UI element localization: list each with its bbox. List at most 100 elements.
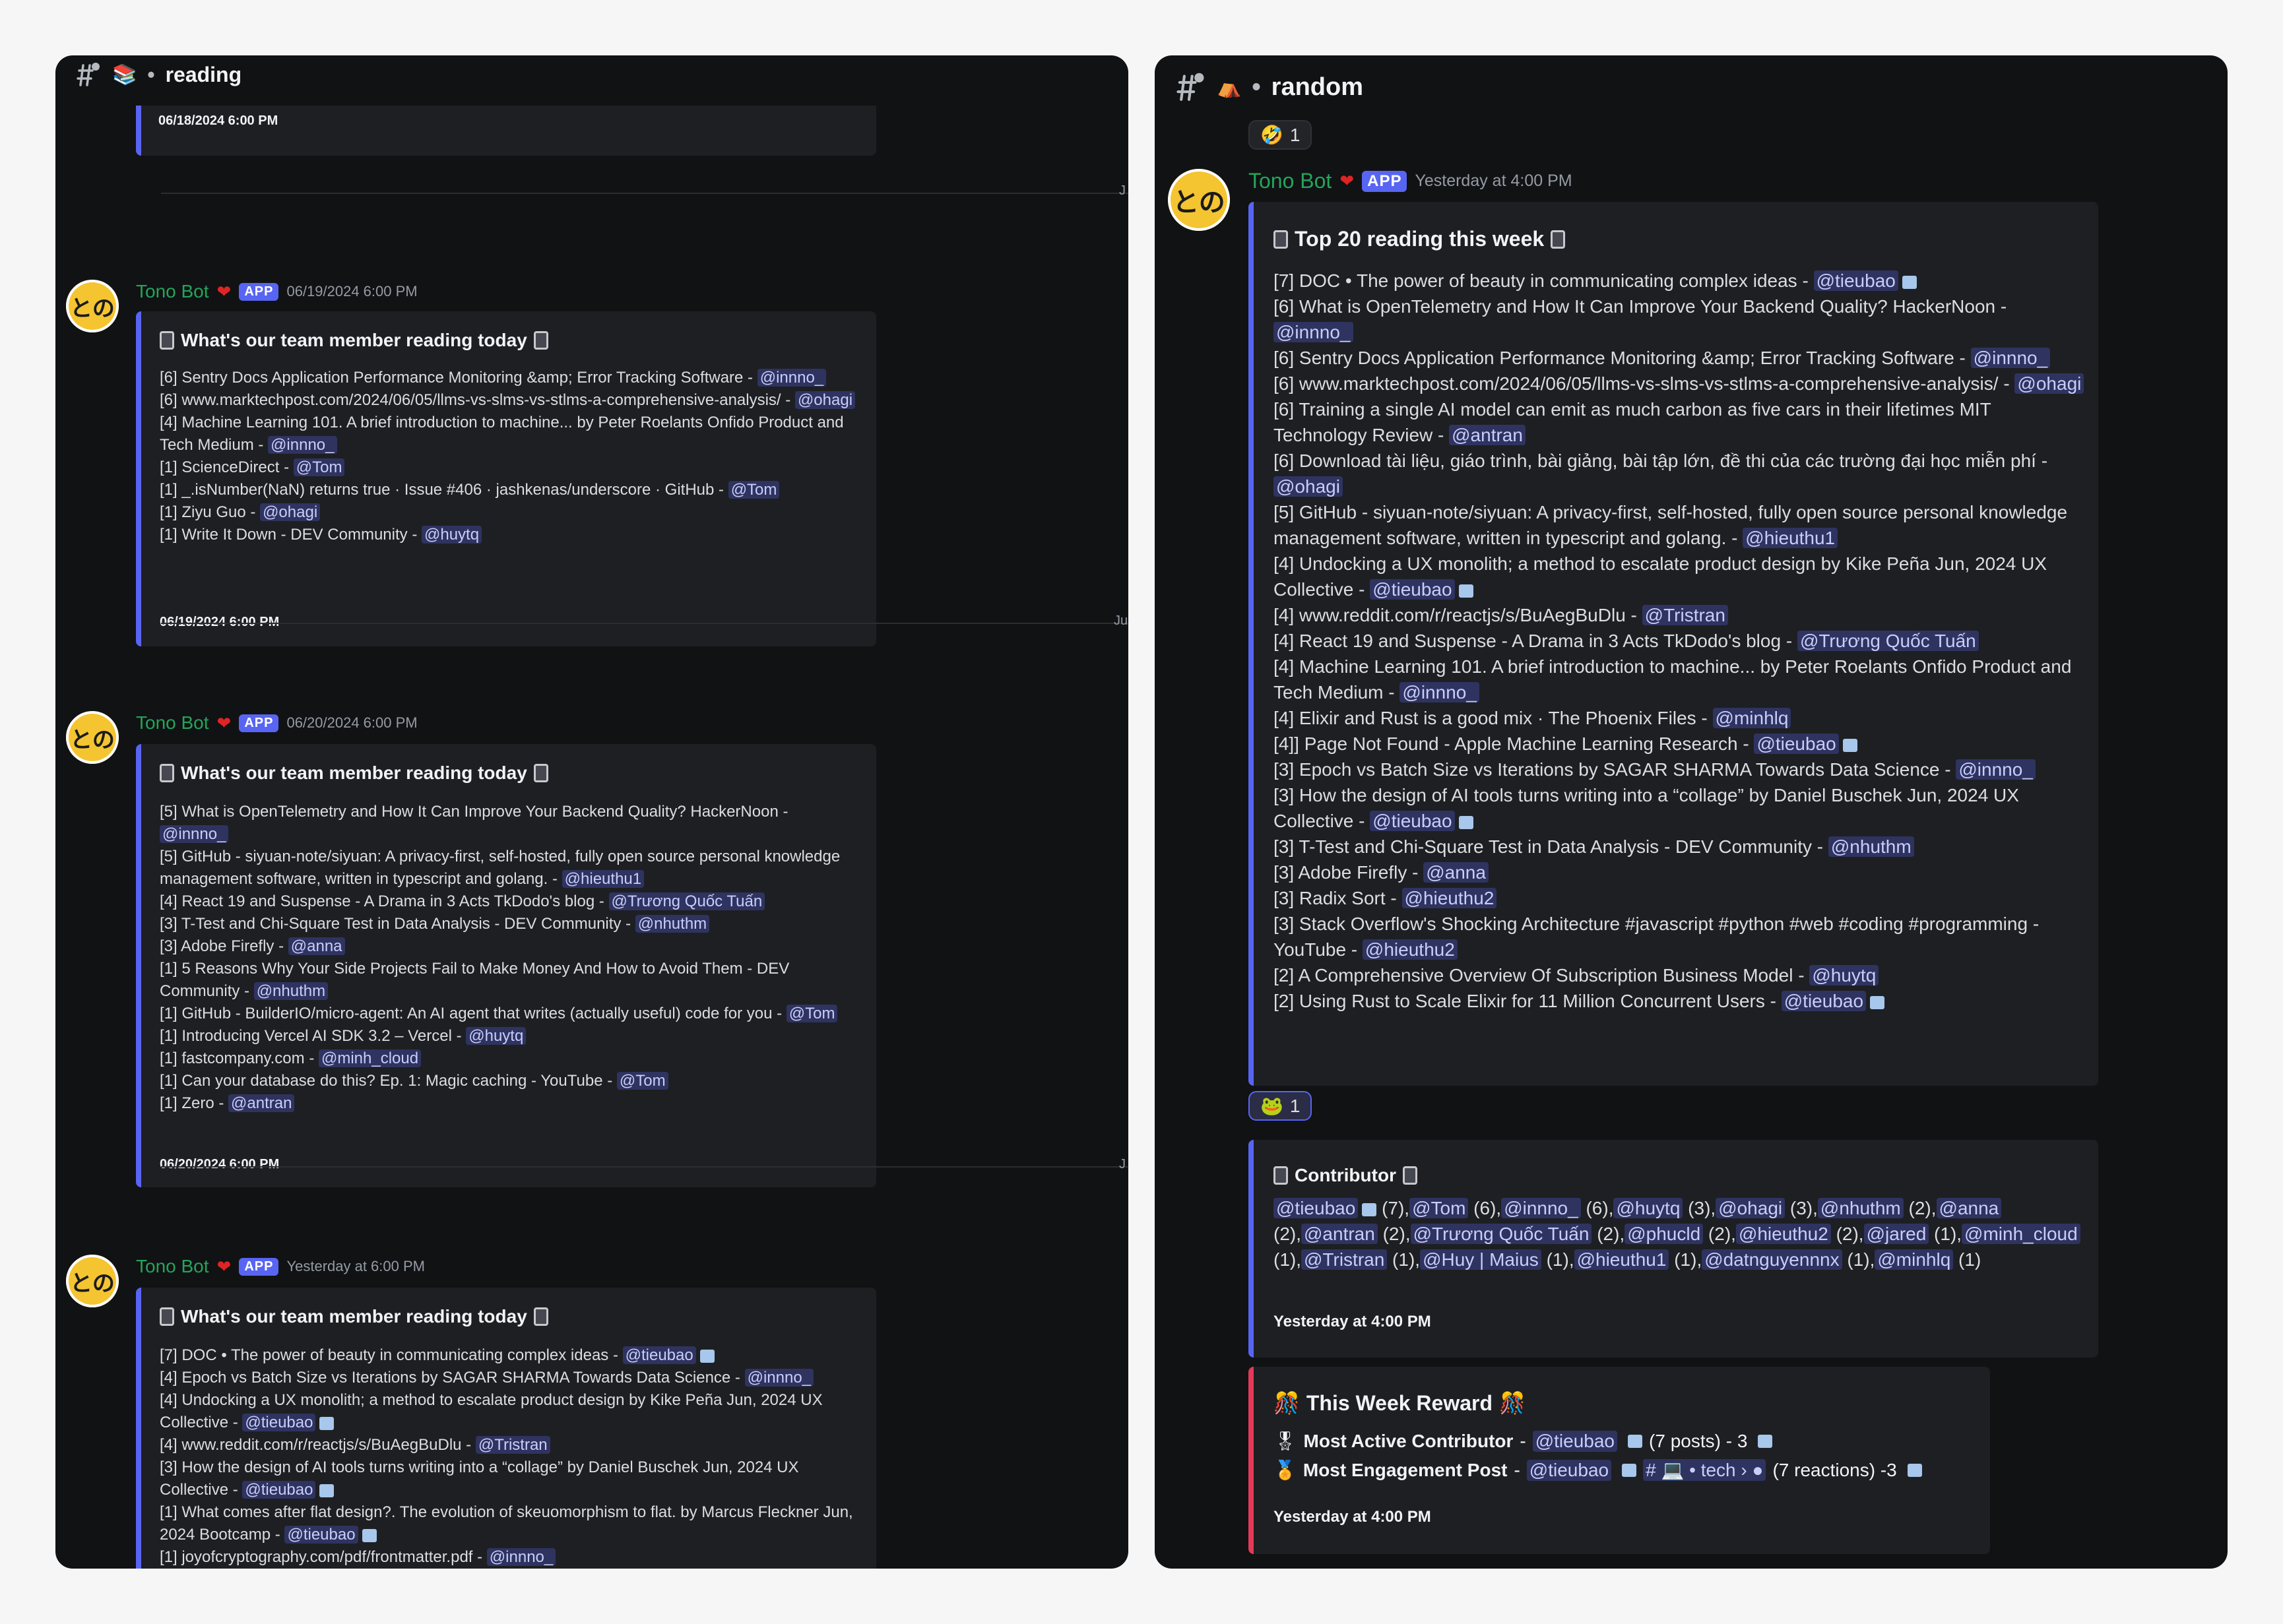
channel-name[interactable]: reading [166,63,242,87]
user-mention[interactable]: @hieuthu2 [1362,939,1458,960]
reading-entry-text[interactable]: [6] Download tài liệu, giáo trình, bài g… [1273,451,2047,471]
user-mention[interactable]: @Tom [728,481,780,499]
reading-entry-text[interactable]: [4] React 19 and Suspense - A Drama in 3… [1273,631,1797,651]
reading-entry-text[interactable]: [1] Can your database do this? Ep. 1: Ma… [160,1072,617,1090]
user-mention[interactable]: @jared [1863,1224,1929,1244]
author-name[interactable]: Tono Bot [1248,169,1332,193]
user-mention[interactable]: @tieubao [1532,1430,1618,1452]
avatar[interactable]: との [1168,169,1230,231]
user-mention[interactable]: @innno_ [1273,322,1353,342]
user-mention[interactable]: @tieubao [1754,734,1839,754]
user-mention[interactable]: @phucld [1624,1224,1704,1244]
reading-entry-text[interactable]: [6] www.marktechpost.com/2024/06/05/llms… [160,391,795,409]
user-mention[interactable]: @anna [288,937,345,955]
reading-entry-text[interactable]: [4] Elixir and Rust is a good mix · The … [1273,708,1713,728]
reading-entry-text[interactable]: [4] www.reddit.com/r/reactjs/s/BuAegBuDl… [1273,605,1642,625]
user-mention[interactable]: @hieuthu1 [562,870,645,888]
reading-entry-text[interactable]: [7] DOC • The power of beauty in communi… [1273,270,1814,291]
reading-entry-text[interactable]: [1] GitHub - BuilderIO/micro-agent: An A… [160,1005,787,1022]
user-mention[interactable]: @Tom [293,458,345,476]
reading-entry-text[interactable]: [7] DOC • The power of beauty in communi… [160,1346,623,1364]
reading-entry-text[interactable]: [1] ScienceDirect - [160,458,294,476]
user-mention[interactable]: @minh_cloud [1962,1224,2080,1244]
reading-entry-text[interactable]: [3] Adobe Firefly - [160,937,288,955]
reading-entry-text[interactable]: [4] Machine Learning 101. A brief introd… [1273,656,2071,703]
user-mention[interactable]: @tieubao [1273,1198,1359,1218]
author-name[interactable]: Tono Bot [136,281,209,302]
user-mention[interactable]: @nhuthm [1828,836,1914,857]
reaction-chip[interactable]: 🐸 1 [1248,1091,1312,1121]
message-timestamp[interactable]: 06/20/2024 6:00 PM [286,714,417,732]
reaction-chip[interactable]: 🤣 1 [1248,120,1312,150]
user-mention[interactable]: @anna [1936,1198,2002,1218]
reading-entry-text[interactable]: [5] GitHub - siyuan-note/siyuan: A priva… [160,848,840,888]
user-mention[interactable]: @tieubao [1781,991,1867,1011]
reading-entry-text[interactable]: [3] T-Test and Chi-Square Test in Data A… [160,915,635,933]
user-mention[interactable]: @tieubao [1813,270,1898,291]
user-mention[interactable]: @innno_ [486,1548,556,1566]
reading-entry-text[interactable]: [3] Adobe Firefly - [1273,862,1423,883]
user-mention[interactable]: @ohagi [1716,1198,1785,1218]
user-mention[interactable]: @innno_ [160,825,229,843]
user-mention[interactable]: @innno_ [744,1369,814,1387]
author-name[interactable]: Tono Bot [136,712,209,734]
user-mention[interactable]: @tieubao [1370,811,1455,831]
reading-entry-text[interactable]: [2] A Comprehensive Overview Of Subscrip… [1273,965,1809,985]
reading-entry-text[interactable]: [4] www.reddit.com/r/reactjs/s/BuAegBuDl… [160,1436,476,1454]
avatar[interactable]: との [66,1255,119,1307]
user-mention[interactable]: @huytq [466,1027,527,1045]
user-mention[interactable]: @Trương Quốc Tuấn [608,892,765,910]
user-mention[interactable]: @nhuthm [253,982,329,1000]
user-mention[interactable]: @tieubao [1526,1459,1612,1481]
user-mention[interactable]: @ohagi [794,391,856,409]
user-mention[interactable]: @huytq [421,526,482,544]
user-mention[interactable]: @nhuthm [1817,1198,1904,1218]
reading-entry-text[interactable]: [1] What comes after flat design?. The e… [160,1503,853,1544]
user-mention[interactable]: @nhuthm [635,915,710,933]
user-mention[interactable]: @minhlq [1875,1249,1954,1270]
reading-entry-text[interactable]: [5] GitHub - siyuan-note/siyuan: A priva… [1273,502,2067,548]
reading-entry-text[interactable]: [3] T-Test and Chi-Square Test in Data A… [1273,836,1828,857]
reading-entry-text[interactable]: [1] Introducing Vercel AI SDK 3.2 – Verc… [160,1027,466,1045]
reading-entry-text[interactable]: [6] Sentry Docs Application Performance … [160,369,757,387]
user-mention[interactable]: @tieubao [284,1526,358,1544]
user-mention[interactable]: @huytq [1613,1198,1683,1218]
message-timestamp[interactable]: 06/19/2024 6:00 PM [286,283,417,300]
reading-entry-text[interactable]: [1] joyofcryptography.com/pdf/frontmatte… [160,1548,487,1566]
avatar[interactable]: との [66,711,119,764]
channel-name[interactable]: random [1271,73,1363,102]
user-mention[interactable]: @minh_cloud [318,1049,422,1067]
user-mention[interactable]: @Tristran [1642,605,1728,625]
user-mention[interactable]: @ohagi [1273,476,1343,497]
user-mention[interactable]: @Tristran [475,1436,550,1454]
reading-entry-text[interactable]: [4] Epoch vs Batch Size vs Iterations by… [160,1369,745,1387]
reading-entry-text[interactable]: [6] www.marktechpost.com/2024/06/05/llms… [1273,373,2014,394]
user-mention[interactable]: @Tom [786,1005,838,1022]
user-mention[interactable]: @Trương Quốc Tuấn [1410,1224,1592,1244]
user-mention[interactable]: @hieuthu2 [1735,1224,1831,1244]
user-mention[interactable]: @antran [228,1094,295,1112]
reading-entry-text[interactable]: [3] Epoch vs Batch Size vs Iterations by… [1273,759,1956,780]
reading-entry-text[interactable]: [4] Machine Learning 101. A brief introd… [160,414,844,454]
reading-entry-text[interactable]: [6] Sentry Docs Application Performance … [1273,348,1971,368]
reading-entry-text[interactable]: [3] Radix Sort - [1273,888,1402,908]
user-mention[interactable]: @tieubao [1370,579,1455,600]
user-mention[interactable]: @Tristran [1301,1249,1388,1270]
user-mention[interactable]: @Trương Quốc Tuấn [1797,631,1979,651]
user-mention[interactable]: @ohagi [2014,373,2084,394]
author-name[interactable]: Tono Bot [136,1256,209,1277]
user-mention[interactable]: @minhlq [1712,708,1791,728]
reading-entry-text[interactable]: [1] Zero - [160,1094,228,1112]
reading-entry-text[interactable]: [5] What is OpenTelemetry and How It Can… [160,803,788,821]
user-mention[interactable]: @tieubao [242,1481,316,1499]
reading-entry-text[interactable]: [6] What is OpenTelemetry and How It Can… [1273,296,2007,317]
user-mention[interactable]: @Huy | Maius [1420,1249,1541,1270]
user-mention[interactable]: @antran [1301,1224,1378,1244]
reading-entry-text[interactable]: [4] React 19 and Suspense - A Drama in 3… [160,892,609,910]
reading-entry-text[interactable]: [2] Using Rust to Scale Elixir for 11 Mi… [1273,991,1782,1011]
user-mention[interactable]: @antran [1449,425,1526,445]
user-mention[interactable]: @Tom [616,1072,668,1090]
reading-entry-text[interactable]: [1] Ziyu Guo - [160,503,260,521]
user-mention[interactable]: @hieuthu2 [1401,888,1497,908]
user-mention[interactable]: @hieuthu1 [1743,528,1838,548]
